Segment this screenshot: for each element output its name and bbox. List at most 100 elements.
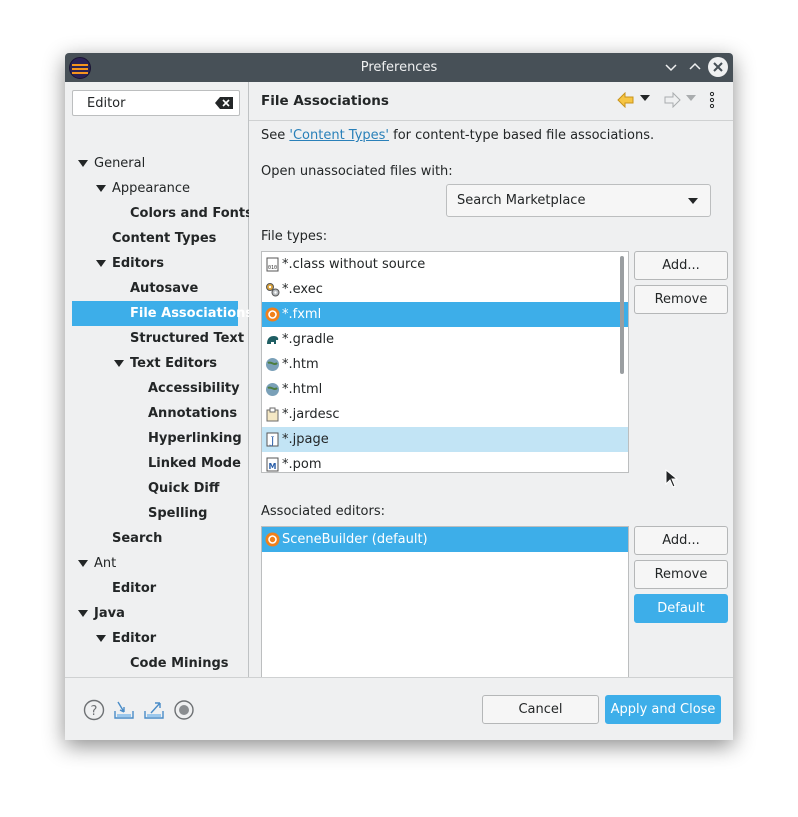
tree-item-label: Search	[112, 531, 163, 546]
expand-arrow-icon[interactable]	[78, 160, 88, 168]
tree-item-label: Accessibility	[148, 381, 240, 396]
expand-arrow-icon[interactable]	[96, 260, 106, 268]
file-type-row[interactable]: *.htm	[262, 352, 628, 377]
svg-text:010: 010	[268, 265, 277, 271]
window-title: Preferences	[360, 60, 438, 75]
tree-item-label: Editor	[112, 631, 157, 646]
back-menu-icon[interactable]	[640, 95, 650, 103]
editor-default-button[interactable]: Default	[634, 594, 728, 623]
tree-item-label: General	[94, 156, 146, 171]
expand-arrow-icon[interactable]	[96, 185, 106, 193]
close-button[interactable]	[708, 57, 728, 77]
expand-arrow-icon[interactable]	[78, 610, 88, 618]
help-icon[interactable]: ?	[83, 699, 105, 721]
tree-item-label: Autosave	[130, 281, 199, 296]
more-options-icon[interactable]	[708, 91, 716, 109]
open-unassociated-combo[interactable]: Search Marketplace	[446, 184, 711, 217]
chevron-up-icon	[689, 62, 701, 70]
globe-icon	[266, 358, 279, 371]
editor-add-button[interactable]: Add...	[634, 526, 728, 555]
file-types-scrollbar[interactable]	[620, 256, 624, 374]
file-type-row-label: *.htm	[282, 357, 319, 372]
preferences-dialog: Preferences Editor General Appearance Colo…	[65, 53, 733, 740]
java-page-icon: J	[266, 432, 279, 447]
open-unassociated-label: Open unassociated files with:	[261, 164, 453, 179]
open-unassociated-value: Search Marketplace	[457, 193, 586, 208]
file-type-row-label: *.jpage	[282, 432, 329, 447]
forward-arrow-icon[interactable]	[663, 92, 681, 108]
minimize-button[interactable]	[661, 57, 681, 77]
file-types-label: File types:	[261, 229, 328, 244]
import-icon[interactable]	[113, 699, 135, 721]
svg-text:J: J	[269, 436, 274, 447]
file-type-row-label: *.class without source	[282, 257, 426, 272]
file-type-row[interactable]: J *.jpage	[262, 427, 628, 452]
editor-row[interactable]: SceneBuilder (default)	[262, 527, 628, 552]
cancel-button[interactable]: Cancel	[482, 695, 599, 724]
maximize-button[interactable]	[685, 57, 705, 77]
tree-item-label: Quick Diff	[148, 481, 220, 496]
file-type-row[interactable]: M *.pom	[262, 452, 628, 472]
chevron-down-icon	[688, 198, 698, 204]
expand-arrow-icon[interactable]	[78, 560, 88, 568]
title-bar[interactable]: Preferences	[65, 53, 733, 82]
tree-item-label: Hyperlinking	[148, 431, 242, 446]
svg-text:M: M	[269, 462, 277, 471]
file-type-row[interactable]: *.html	[262, 377, 628, 402]
tree-item-label: Editor	[112, 581, 157, 596]
tree-item-label: Editors	[112, 256, 164, 271]
content-types-link[interactable]: 'Content Types'	[289, 128, 389, 143]
maven-pom-icon: M	[266, 457, 279, 472]
file-type-row-label: *.html	[282, 382, 323, 397]
export-icon[interactable]	[143, 699, 165, 721]
jar-description-icon	[266, 407, 279, 422]
mouse-cursor-icon	[665, 469, 679, 488]
tree-item-label: Annotations	[148, 406, 238, 421]
associated-editors-label: Associated editors:	[261, 504, 386, 519]
file-types-list[interactable]: 010 *.class without source *.exec *.fxml *.g…	[261, 251, 629, 473]
clear-filter-icon[interactable]	[215, 97, 233, 109]
expand-arrow-icon[interactable]	[114, 360, 124, 368]
tree-item-label: Java	[94, 606, 125, 621]
filter-input[interactable]: Editor	[72, 90, 240, 116]
apply-and-close-button[interactable]: Apply and Close	[605, 695, 721, 724]
back-arrow-icon[interactable]	[617, 92, 635, 108]
file-type-row-label: *.fxml	[282, 307, 322, 322]
file-type-row-label: *.gradle	[282, 332, 335, 347]
preferences-tree-panel: Editor General Appearance Colors and Fonts…	[65, 82, 253, 696]
chevron-down-icon	[665, 64, 677, 72]
tree-item-label: Content Types	[112, 231, 217, 246]
file-type-row[interactable]: *.jardesc	[262, 402, 628, 427]
editor-row-label: SceneBuilder (default)	[282, 532, 428, 547]
page-header: File Associations	[249, 82, 733, 121]
binary-file-icon: 010	[266, 257, 279, 272]
file-associations-page: File Associations See 'Content Types' fo…	[249, 82, 733, 702]
file-type-row-label: *.pom	[282, 457, 322, 472]
forward-menu-icon[interactable]	[686, 95, 696, 103]
svg-text:?: ?	[91, 704, 98, 719]
file-type-remove-button[interactable]: Remove	[634, 285, 728, 314]
file-type-row[interactable]: *.fxml	[262, 302, 628, 327]
gradle-elephant-icon	[267, 336, 279, 344]
associated-editors-list[interactable]: SceneBuilder (default)	[261, 526, 629, 702]
hint-suffix: for content-type based file associations…	[389, 128, 655, 143]
file-type-add-button[interactable]: Add...	[634, 251, 728, 280]
tree-item-label: Code Minings	[130, 656, 229, 671]
file-type-row[interactable]: *.gradle	[262, 327, 628, 352]
tree-item-label: Spelling	[148, 506, 208, 521]
tree-item-label: Linked Mode	[148, 456, 241, 471]
scenebuilder-icon	[265, 532, 280, 547]
record-icon[interactable]	[173, 699, 195, 721]
expand-arrow-icon[interactable]	[96, 635, 106, 643]
editor-remove-button[interactable]: Remove	[634, 560, 728, 589]
tree-item-label: Appearance	[112, 181, 191, 196]
tree-item-label: Text Editors	[130, 356, 218, 371]
dialog-footer: ? Cancel Apply and Close	[65, 677, 733, 740]
content-types-hint: See 'Content Types' for content-type bas…	[261, 128, 654, 143]
file-type-row[interactable]: 010 *.class without source	[262, 252, 628, 277]
filter-value[interactable]: Editor	[87, 96, 125, 111]
gears-icon	[266, 283, 280, 297]
hint-prefix: See	[261, 128, 290, 143]
file-type-row-label: *.jardesc	[282, 407, 340, 422]
file-type-row[interactable]: *.exec	[262, 277, 628, 302]
